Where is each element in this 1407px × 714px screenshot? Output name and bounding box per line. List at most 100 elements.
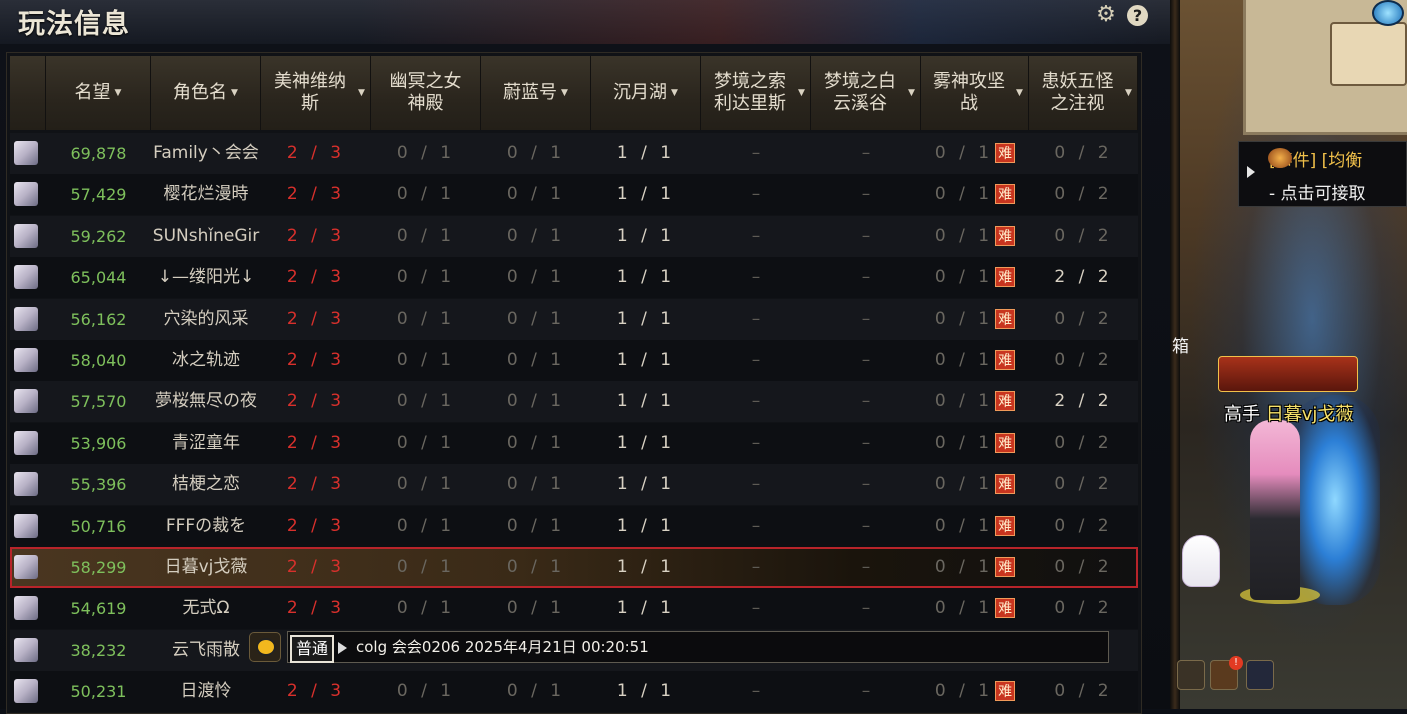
cell-monster-text: 2 / 2 [1054,267,1113,288]
sort-arrow-icon[interactable]: ▼ [358,82,365,104]
column-header-5[interactable]: 蔚蓝号 ▼ [481,56,591,130]
cell-monster-text: 0 / 2 [1054,557,1113,577]
cell-moonlake: 1 / 1 [591,299,701,340]
chat-channel-tag[interactable]: 普通 [290,635,335,663]
sort-arrow-icon[interactable]: ▼ [798,82,805,104]
table-row[interactable]: 53,906 青涩童年 2 / 30 / 10 / 11 / 1– –0 / 1难0 … [10,422,1138,464]
table-row[interactable]: 50,231 日渡怜 2 / 30 / 10 / 11 / 1– –0 / 1难0 /… [10,671,1138,713]
cell-solidaris: – [701,299,811,340]
table-row[interactable]: 65,044 ↓—缕阳光↓ 2 / 30 / 10 / 11 / 1– –0 / 1难… [10,257,1138,299]
cell-fame: 38,232 [46,630,151,671]
bag-icon[interactable] [1177,660,1205,690]
player-character[interactable] [1250,420,1300,600]
cell-monster: 0 / 2 [1029,340,1138,381]
sort-arrow-icon[interactable]: ▼ [908,82,915,104]
event-subtitle: - 点击可接取 [1269,184,1366,204]
cell-solidaris-text: – [751,598,761,619]
cell-fog-text: 0 / 1 [934,267,994,288]
side-label: 箱 [1172,337,1189,357]
hard-badge-icon: 难 [995,350,1016,370]
cell-name-text: SUNshǐneGir [152,225,260,246]
column-header-9[interactable]: 雾神攻坚战 ▼ [921,56,1029,130]
column-header-8[interactable]: 梦境之白云溪谷 ▼ [811,56,921,130]
portal [1290,395,1380,605]
cell-netherworld: 0 / 1 [371,671,481,712]
cell-moonlake-text: 1 / 1 [616,143,676,163]
player-name: 日暮vj戈薇 [1265,404,1354,425]
header-artwork [360,0,1160,44]
cell-fog: 0 / 1难 [921,340,1029,381]
emote-icon[interactable] [249,632,281,662]
cell-fame: 50,716 [46,506,151,547]
cell-monster: 2 / 2 [1029,381,1138,422]
column-header-2[interactable]: 角色名 ▼ [151,56,261,130]
play-icon[interactable] [1247,166,1255,178]
cell-monster-text: 2 / 2 [1054,391,1113,412]
column-header-7[interactable]: 梦境之索利达里斯 ▼ [701,56,811,130]
sort-arrow-icon[interactable]: ▼ [671,82,678,104]
cell-moonlake: 1 / 1 [591,340,701,381]
orb-icon[interactable] [1372,0,1404,26]
play-info-table: 名望 ▼ 角色名 ▼ 美神维纳斯 ▼ 幽冥之女神殿 蔚蓝号 ▼ 沉月湖 ▼ 梦境之索利达里斯 ▼ 梦境之白… [6,52,1142,714]
sort-arrow-icon[interactable]: ▼ [1125,82,1132,104]
cell-netherworld: 0 / 1 [371,464,481,505]
cell-fog-text: 0 / 1 [934,184,994,205]
cell-cloud-text: – [861,391,871,412]
cell-azure: 0 / 1 [481,174,591,215]
cell-fog: 0 / 1难 [921,257,1029,298]
table-row[interactable]: 57,570 夢桜無尽の夜 2 / 30 / 10 / 11 / 1– –0 / 1难… [10,381,1138,423]
table-row[interactable]: 56,162 穴染的风采 2 / 30 / 10 / 11 / 1– –0 / 1难0… [10,298,1138,340]
table-row[interactable]: 55,396 桔梗之恋 2 / 30 / 10 / 11 / 1– –0 / 1难0 … [10,464,1138,506]
cell-monster-text: 0 / 2 [1054,143,1113,163]
hard-badge-icon: 难 [995,267,1016,288]
cell-netherworld: 0 / 1 [371,257,481,298]
sort-arrow-icon[interactable]: ▼ [231,82,238,104]
column-header-1[interactable]: 名望 ▼ [46,56,151,130]
table-row[interactable]: 54,619 无式Ω 2 / 30 / 10 / 11 / 1– –0 / 1难0 /… [10,588,1138,630]
table-row-selected[interactable]: 58,299 日暮vj戈薇 2 / 30 / 10 / 11 / 1– –0 / 1难… [10,547,1138,588]
cell-moonlake-text: 1 / 1 [616,598,676,619]
cell-moonlake: 1 / 1 [591,174,701,215]
cell-fog: 0 / 1难 [921,133,1029,174]
help-icon[interactable]: ? [1127,5,1148,26]
gear-icon[interactable]: ⚙ [1095,4,1117,26]
hard-badge-icon: 难 [995,598,1016,619]
table-row[interactable]: 69,878 Family丶会会 2 / 3 0 / 1 0 / 1 1 / 1 – – 0 /… [10,133,1138,174]
cell-azure-text: 0 / 1 [506,391,566,412]
table-row[interactable]: 57,429 樱花烂漫時 2 / 30 / 10 / 11 / 1– –0 / 1难0… [10,174,1138,216]
cell-fog-text: 0 / 1 [934,598,994,619]
cell-fame-text: 50,716 [70,516,127,536]
cell-fog-text: 0 / 1 [934,557,994,577]
column-header-6[interactable]: 沉月湖 ▼ [591,56,701,130]
column-header-label: 雾神攻坚战 [933,71,1006,114]
column-header-10[interactable]: 患妖五怪之注视 ▼ [1029,56,1138,130]
sort-arrow-icon[interactable]: ▼ [115,82,122,104]
cell-moonlake: 1 / 1 [591,588,701,629]
cell-azure: 0 / 1 [481,340,591,381]
cell-azure-text: 0 / 1 [506,474,566,495]
column-header-3[interactable]: 美神维纳斯 ▼ [261,56,371,130]
hard-badge-icon: 难 [995,308,1016,329]
cell-netherworld-text: 0 / 1 [396,308,456,329]
cell-venus-text: 2 / 3 [286,391,346,412]
character-portrait-icon[interactable] [1246,660,1274,690]
cell-cloud: – [811,506,921,547]
cell-venus: 2 / 3 [261,506,371,547]
cell-monster-text: 0 / 2 [1054,184,1113,205]
cell-monster: 0 / 2 [1029,216,1138,257]
event-notice[interactable]: [事件] [均衡 - 点击可接取 [1238,141,1407,207]
cell-fame: 65,044 [46,257,151,298]
column-header-4[interactable]: 幽冥之女神殿 [371,56,481,130]
sort-arrow-icon[interactable]: ▼ [561,82,568,104]
cell-venus: 2 / 3 [261,671,371,712]
sort-arrow-icon[interactable]: ▼ [1016,82,1023,104]
table-row[interactable]: 59,262 SUNshǐneGir 2 / 3 0 / 1 0 / 1 1 / 1 – – 0… [10,215,1138,257]
cell-name: ↓—缕阳光↓ [151,257,261,298]
cell-monster-text: 0 / 2 [1054,515,1113,536]
cell-cloud: – [811,299,921,340]
table-row[interactable]: 58,040 冰之轨迹 2 / 30 / 10 / 11 / 1– –0 / 1难0 … [10,340,1138,381]
table-row[interactable]: 50,716 FFFの裁を 2 / 30 / 10 / 11 / 1– –0 / 1难… [10,505,1138,547]
cell-fame: 57,570 [46,381,151,422]
cell-cloud-text: – [861,598,871,619]
cell-monster: 0 / 2 [1029,133,1138,174]
